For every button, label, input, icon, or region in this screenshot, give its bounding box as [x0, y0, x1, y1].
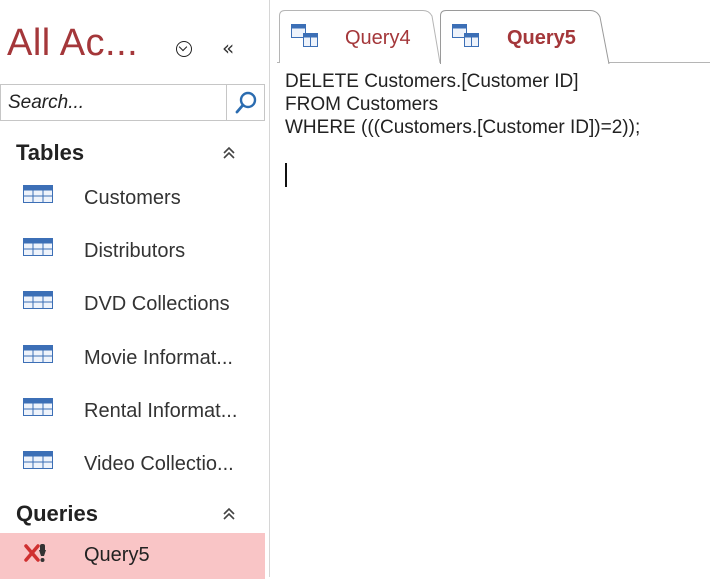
query-icon — [452, 24, 479, 47]
search-button[interactable] — [226, 85, 264, 120]
document-tab-strip: Query4 Query5 — [277, 0, 710, 64]
nav-item-label: DVD Collections — [84, 293, 230, 315]
tab-label: Query5 — [507, 27, 576, 49]
group-label-queries: Queries — [16, 501, 98, 526]
collapse-group-icon[interactable] — [222, 146, 236, 160]
nav-item-label: Distributors — [84, 240, 186, 262]
nav-item-query-selected[interactable]: Query5 — [0, 533, 265, 579]
table-icon — [23, 238, 53, 256]
collapse-group-icon[interactable] — [222, 507, 236, 521]
nav-item-label: Video Collectio... — [84, 453, 234, 475]
nav-item-table[interactable]: Rental Informat... — [0, 389, 265, 435]
collapse-pane-icon[interactable]: « — [222, 38, 234, 58]
delete-query-icon — [24, 544, 46, 562]
tab-query5[interactable]: Query5 — [440, 10, 610, 64]
nav-item-label: Movie Informat... — [84, 347, 233, 369]
nav-pane-title[interactable]: All Ac... — [7, 22, 138, 65]
tab-label: Query4 — [345, 27, 411, 49]
nav-item-table[interactable]: Video Collectio... — [0, 442, 265, 488]
document-area: Query4 Query5 DELETE Customers.[Customer… — [277, 0, 710, 577]
tab-query4[interactable]: Query4 — [279, 10, 441, 63]
search-box — [0, 84, 265, 121]
sql-line: WHERE (((Customers.[Customer ID])=2)); — [285, 117, 641, 138]
table-icon — [23, 291, 53, 309]
group-header-queries[interactable]: Queries — [0, 497, 265, 531]
search-input[interactable] — [1, 85, 232, 120]
nav-item-table[interactable]: Movie Informat... — [0, 336, 265, 382]
navigation-pane: All Ac... « Tables Customers — [0, 0, 270, 579]
sql-editor[interactable]: DELETE Customers.[Customer ID] FROM Cust… — [285, 70, 705, 570]
search-icon — [235, 91, 257, 114]
nav-item-label: Customers — [84, 187, 181, 209]
table-icon — [23, 398, 53, 416]
query-icon — [291, 24, 318, 47]
nav-item-table[interactable]: Distributors — [0, 229, 265, 275]
group-label-tables: Tables — [16, 140, 85, 165]
nav-header: All Ac... « — [0, 14, 269, 84]
sql-line: DELETE Customers.[Customer ID] — [285, 71, 579, 92]
nav-options-dropdown-icon[interactable] — [176, 41, 192, 57]
nav-item-table[interactable]: Customers — [0, 176, 265, 222]
nav-item-label: Query5 — [84, 544, 150, 566]
table-icon — [23, 345, 53, 363]
nav-item-table[interactable]: DVD Collections — [0, 282, 265, 328]
table-icon — [23, 185, 53, 203]
text-cursor — [285, 163, 287, 187]
table-icon — [23, 451, 53, 469]
group-header-tables[interactable]: Tables — [0, 136, 265, 170]
nav-item-label: Rental Informat... — [84, 400, 238, 422]
sql-line: FROM Customers — [285, 94, 439, 115]
